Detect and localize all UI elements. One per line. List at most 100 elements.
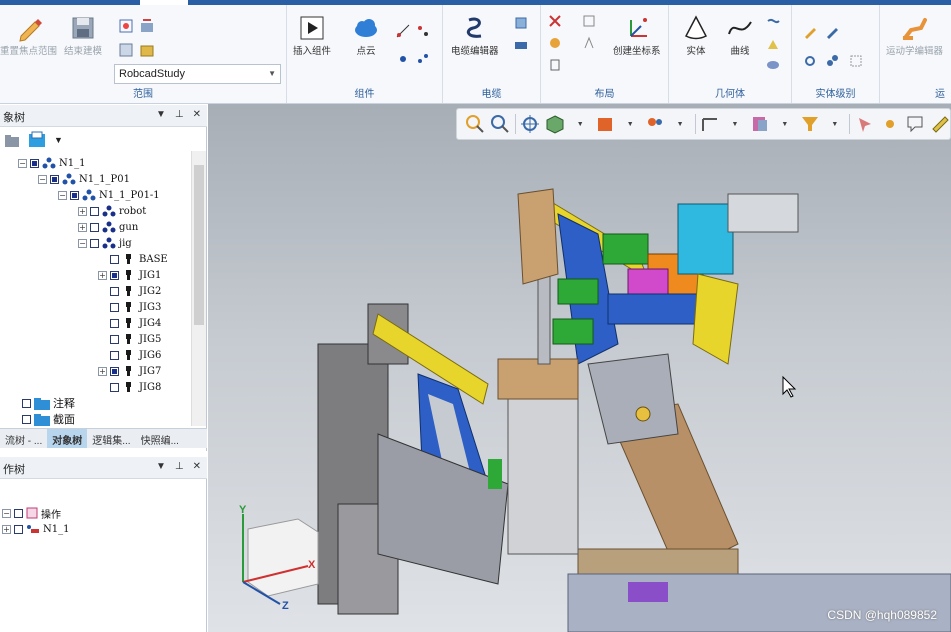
tree-node[interactable]: JIG5 [98,331,161,347]
dropdown-arrow-icon[interactable]: ▼ [156,109,166,120]
visibility-checkbox[interactable] [70,190,79,200]
visibility-checkbox[interactable] [90,206,99,216]
tree-node[interactable]: − jig [78,235,132,251]
visibility-checkbox[interactable] [90,222,99,232]
expand-icon[interactable]: + [98,366,107,376]
scope-tool-icon-1[interactable] [118,18,134,34]
visibility-checkbox[interactable] [50,174,59,184]
chevron-down-icon[interactable]: ▼ [620,112,641,136]
visibility-checkbox[interactable] [110,318,119,328]
collapse-icon[interactable]: − [18,158,27,168]
solid-button[interactable]: 实体 [681,13,711,57]
tree-node[interactable]: BASE [98,251,168,267]
tree-tab[interactable]: 对象树 [47,429,88,448]
section-icon[interactable] [749,112,770,136]
curve-button[interactable]: 曲线 [725,13,755,57]
visibility-checkbox[interactable] [110,270,119,280]
view-cube-icon[interactable] [545,112,566,136]
entity-tool-icon-4[interactable] [824,53,840,69]
entity-tool-icon-1[interactable] [802,25,818,41]
annotation-icon[interactable] [904,112,925,136]
visibility-checkbox[interactable] [14,524,23,534]
tree-tab[interactable]: 逻辑集... [87,429,135,448]
scope-tool-icon-4[interactable] [139,42,155,58]
visibility-checkbox[interactable] [14,508,23,518]
light-icon[interactable] [645,112,666,136]
insert-component-button[interactable]: 插入组件 [293,13,331,57]
graphic-viewer[interactable]: Y X Z ▼ ▼ ▼ ▼ ▼ ▼ CSDN @hqh089852 [208,104,951,632]
pin-icon[interactable]: ⊥ [175,461,184,472]
tree-node[interactable]: JIG2 [98,283,161,299]
visibility-checkbox[interactable] [110,366,119,376]
visibility-checkbox[interactable] [110,350,119,360]
chevron-down-icon[interactable]: ▼ [724,112,745,136]
entity-tool-icon-2[interactable] [824,25,840,41]
layout-tool-icon-3[interactable] [547,57,563,73]
expand-icon[interactable]: + [78,222,87,232]
tree-node[interactable]: − N1_1_P01 [38,171,130,187]
tree-node[interactable]: + robot [78,203,146,219]
geometry-tool-icon-2[interactable] [765,37,781,53]
layout-tool-icon-2[interactable] [547,35,563,51]
filter-icon[interactable] [799,112,820,136]
visibility-checkbox[interactable] [22,414,31,424]
point-tool-icon-3[interactable] [395,51,411,67]
collapse-icon[interactable]: − [58,190,67,200]
expand-icon[interactable]: + [98,270,107,280]
chevron-down-icon[interactable]: ▼ [570,112,591,136]
point-tool-icon-1[interactable] [395,23,411,39]
zoom-icon[interactable] [490,112,511,136]
tree-node[interactable]: − N1_1 [18,155,85,171]
chevron-down-icon[interactable]: ▼ [774,112,795,136]
operation-root-row[interactable]: − 操作 [2,505,61,521]
tree-folder[interactable]: 截面 [22,411,75,427]
visibility-checkbox[interactable] [110,334,119,344]
point-cloud-button[interactable]: 点云 [351,13,381,57]
point-tool-icon-4[interactable] [415,51,431,67]
fixture-3d-model[interactable] [208,104,951,632]
view-filter-icon[interactable] [28,131,48,149]
layout-tool-icon-4[interactable] [581,13,597,29]
close-icon[interactable]: ✕ [193,109,201,120]
cable-tool-icon-1[interactable] [513,15,529,31]
scope-tool-icon-3[interactable] [118,42,134,58]
collapse-icon[interactable]: − [2,508,11,518]
entity-tool-icon-3[interactable] [802,53,818,69]
visibility-checkbox[interactable] [110,382,119,392]
tree-folder[interactable]: 注释 [22,395,75,411]
tree-node[interactable]: JIG8 [98,379,161,395]
geometry-tool-icon-3[interactable] [765,57,781,73]
create-frame-button[interactable]: 创建坐标系 [613,13,661,57]
layout-tool-icon-1[interactable] [547,13,563,29]
dropdown-arrow-icon[interactable]: ▼ [156,461,166,472]
tree-node[interactable]: + gun [78,219,138,235]
layout-tool-icon-5[interactable] [581,35,597,51]
snap-icon[interactable] [879,112,900,136]
tree-node[interactable]: + JIG7 [98,363,161,379]
tree-tab[interactable]: 快照编... [136,429,184,448]
kinematics-editor-button[interactable]: 运动学编辑器 [886,13,943,57]
tree-node[interactable]: JIG6 [98,347,161,363]
ruler-icon[interactable] [929,112,950,136]
scope-tool-icon-2[interactable] [139,18,155,34]
tree-node[interactable]: − N1_1_P01-1 [58,187,160,203]
operation-child-row[interactable]: + N1_1 [2,521,69,537]
entity-tool-icon-5[interactable] [848,53,864,69]
scrollbar-thumb[interactable] [194,165,204,325]
visibility-checkbox[interactable] [110,302,119,312]
object-tree-scrollbar[interactable] [191,151,206,426]
visibility-checkbox[interactable] [110,254,119,264]
geometry-tool-icon-1[interactable] [765,15,781,31]
expand-icon[interactable]: + [2,524,11,534]
pin-icon[interactable]: ⊥ [175,109,184,120]
chevron-down-icon[interactable]: ▼ [670,112,691,136]
cable-editor-button[interactable]: 电缆编辑器 [451,13,499,57]
chevron-down-icon[interactable]: ▼ [824,112,845,136]
measure-icon[interactable] [699,112,720,136]
collapse-icon[interactable]: − [38,174,47,184]
study-dropdown[interactable]: RobcadStudy ▼ [114,64,281,84]
tree-node[interactable]: JIG4 [98,315,161,331]
visibility-checkbox[interactable] [22,398,31,408]
visibility-checkbox[interactable] [30,158,39,168]
chevron-down-icon[interactable]: ▼ [54,135,63,145]
